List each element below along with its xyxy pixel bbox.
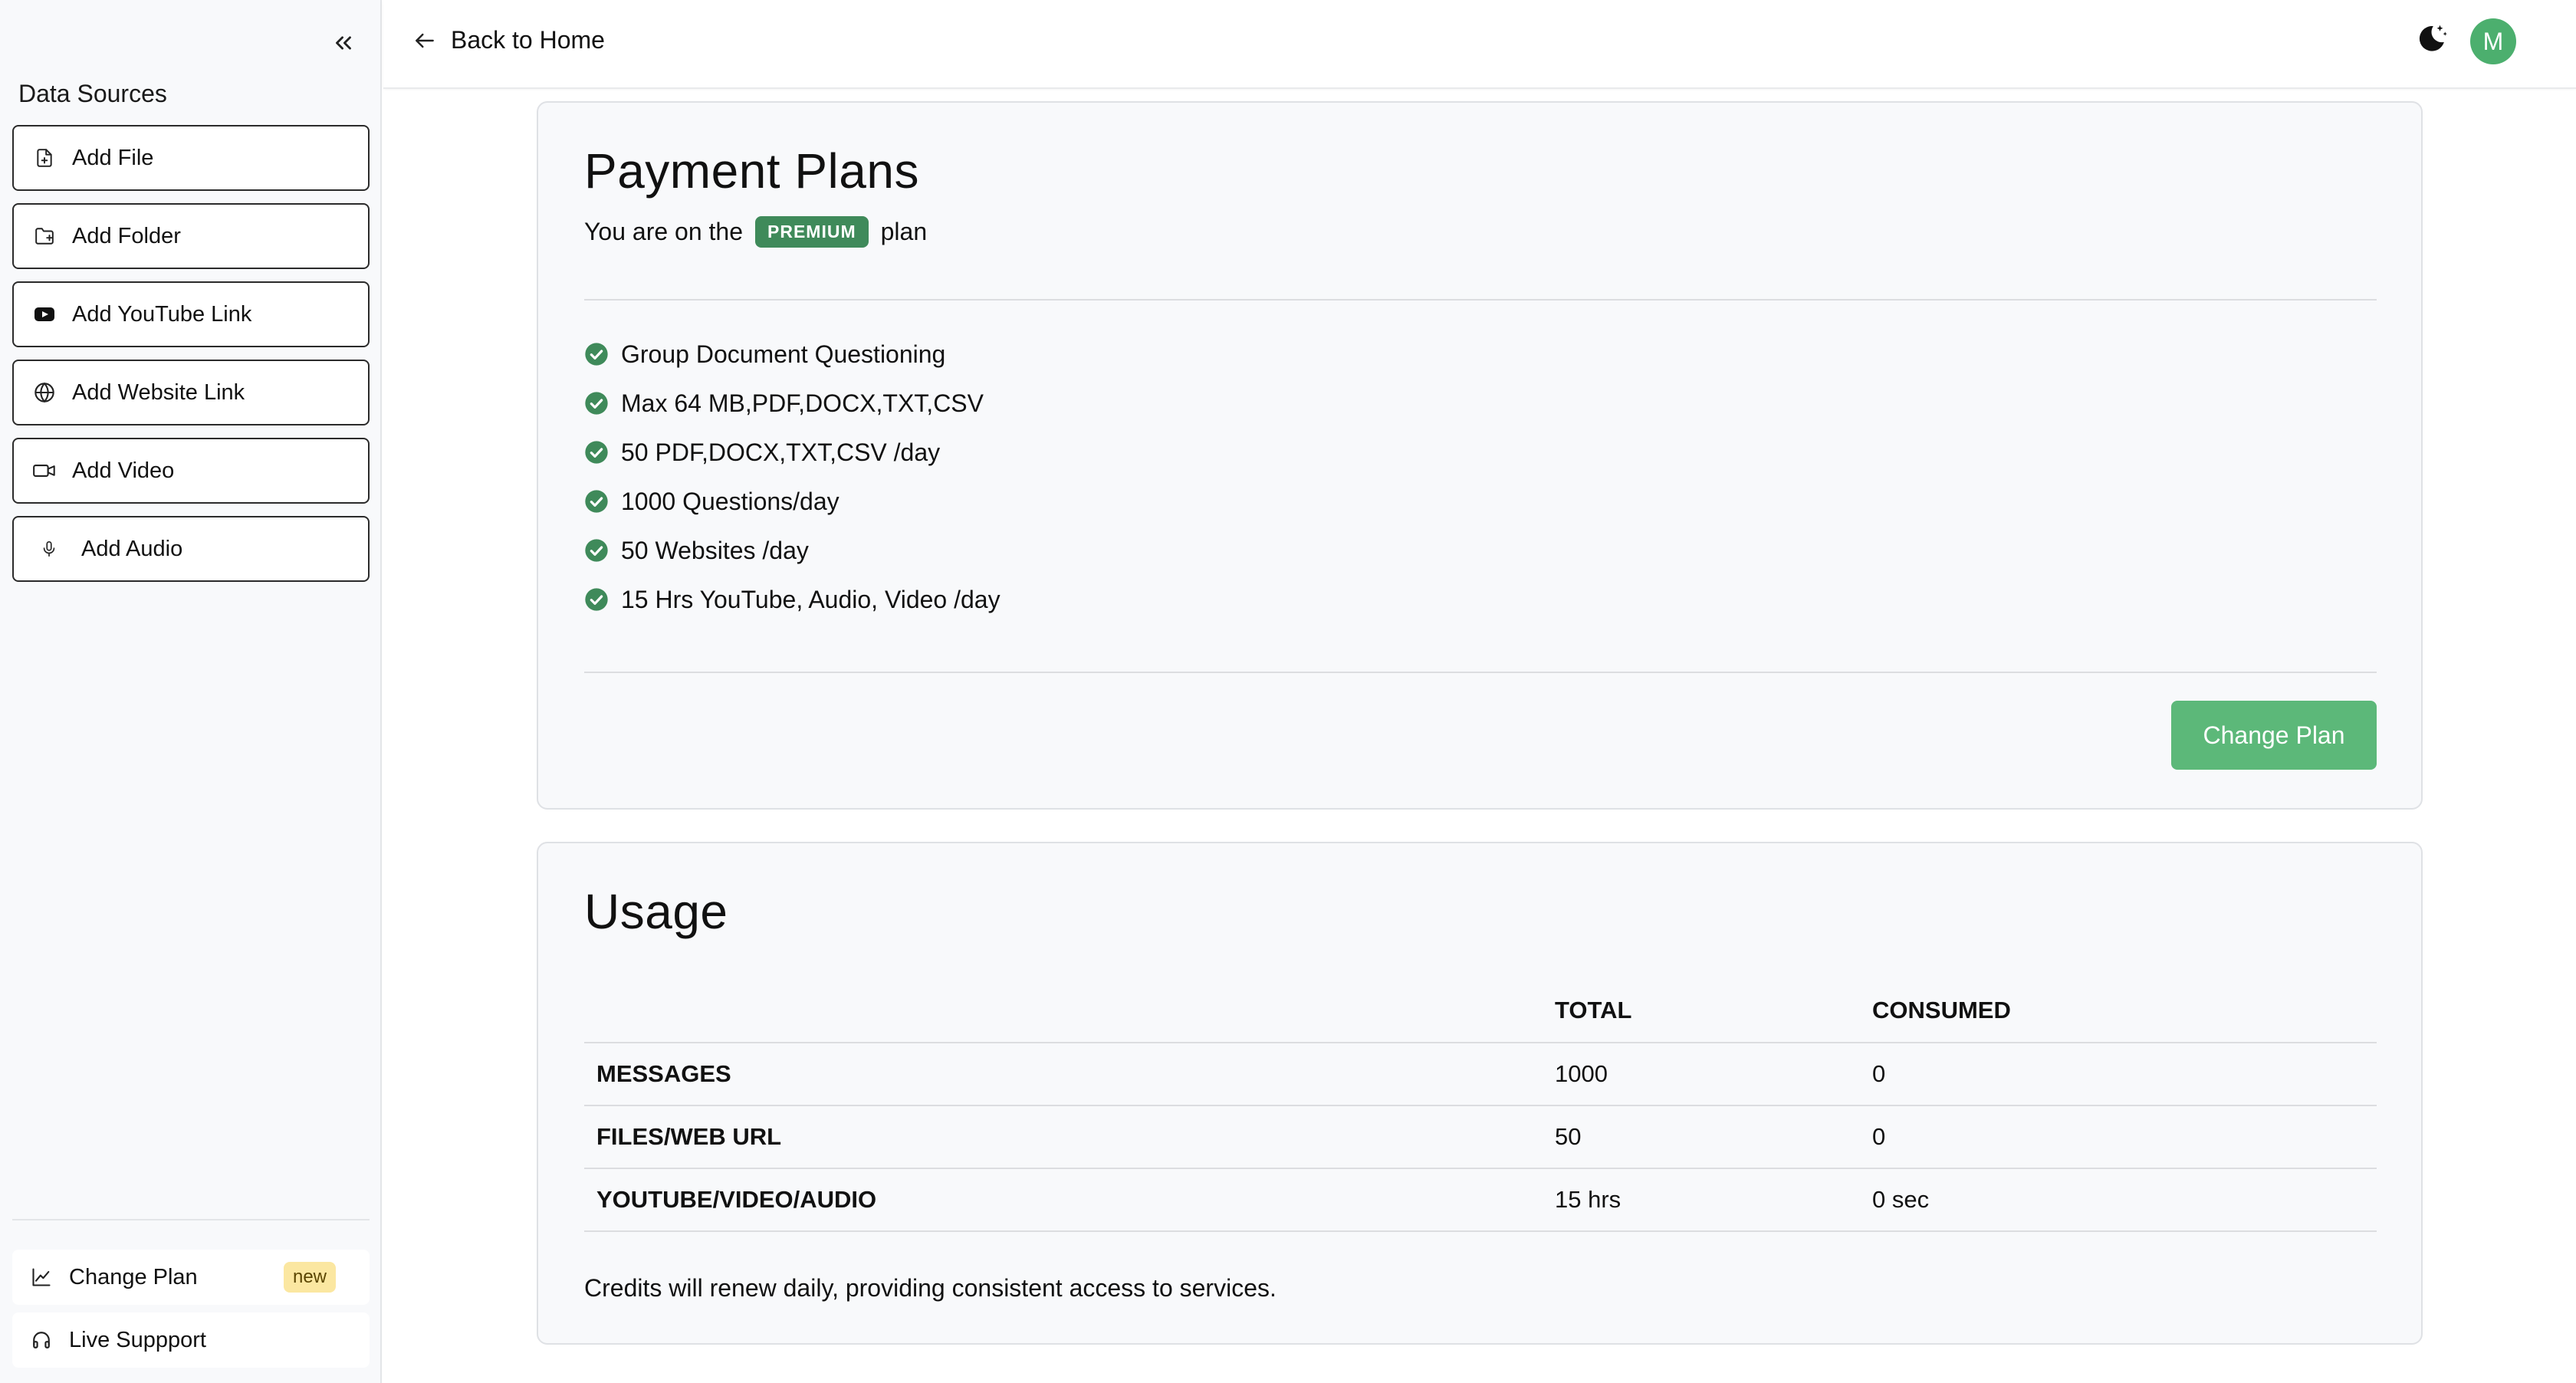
row-label: YOUTUBE/VIDEO/AUDIO [584, 1168, 1543, 1232]
payment-plans-card: Payment Plans You are on the PREMIUM pla… [537, 101, 2423, 810]
feature-list: Group Document Questioning Max 64 MB,PDF… [584, 330, 1001, 624]
theme-toggle-button[interactable] [2412, 21, 2450, 60]
feature-item: 1000 Questions/day [584, 477, 1001, 526]
row-consumed: 0 [1860, 1043, 2377, 1106]
video-icon [32, 458, 57, 483]
add-website-link-label: Add Website Link [72, 379, 245, 405]
add-video-label: Add Video [72, 458, 175, 483]
add-audio-label: Add Audio [81, 536, 183, 561]
file-plus-icon [32, 146, 57, 170]
data-source-list: Add File Add Folder Add YouTube Link Add… [12, 125, 370, 594]
sidebar-divider [12, 1219, 370, 1220]
feature-text: 1000 Questions/day [621, 487, 840, 515]
sidebar-change-plan-link[interactable]: Change Plan new [12, 1250, 370, 1305]
feature-text: 50 Websites /day [621, 536, 809, 564]
feature-text: Max 64 MB,PDF,DOCX,TXT,CSV [621, 389, 984, 417]
current-plan-line: You are on the PREMIUM plan [584, 216, 927, 248]
chevrons-left-icon [330, 30, 356, 60]
table-header-row: TOTAL CONSUMED [584, 978, 2377, 1043]
check-circle-icon [585, 588, 608, 611]
feature-item: Group Document Questioning [584, 330, 1001, 379]
headphones-icon [29, 1328, 54, 1352]
check-circle-icon [585, 539, 608, 562]
plans-divider-bottom [584, 672, 2377, 673]
add-youtube-link-label: Add YouTube Link [72, 301, 252, 327]
usage-table: TOTAL CONSUMED MESSAGES 1000 0 FILES/WEB… [584, 978, 2377, 1232]
folder-plus-icon [32, 224, 57, 248]
moon-stars-icon [2413, 21, 2449, 61]
table-row: MESSAGES 1000 0 [584, 1043, 2377, 1106]
live-support-label: Live Suppport [69, 1327, 206, 1352]
row-label: FILES/WEB URL [584, 1105, 1543, 1169]
microphone-icon [37, 537, 61, 561]
add-website-link-button[interactable]: Add Website Link [12, 360, 370, 425]
row-total: 15 hrs [1543, 1168, 1860, 1232]
sidebar: Data Sources Add File Add Folder Add You… [0, 0, 382, 1383]
check-circle-icon [585, 441, 608, 464]
feature-text: 15 Hrs YouTube, Audio, Video /day [621, 585, 1001, 613]
check-circle-icon [585, 392, 608, 415]
new-badge: new [283, 1262, 336, 1293]
plans-divider-top [584, 299, 2377, 301]
check-circle-icon [585, 343, 608, 366]
usage-title: Usage [584, 884, 728, 939]
column-header-name [584, 978, 1543, 1043]
back-to-home-label: Back to Home [451, 26, 605, 54]
add-youtube-link-button[interactable]: Add YouTube Link [12, 281, 370, 347]
sidebar-title: Data Sources [18, 80, 167, 107]
row-total: 1000 [1543, 1043, 1860, 1106]
youtube-icon [32, 302, 57, 327]
top-header: Back to Home M [383, 0, 2576, 89]
column-header-consumed: CONSUMED [1860, 978, 2377, 1043]
current-plan-suffix: plan [880, 218, 928, 245]
live-support-link[interactable]: Live Suppport [12, 1312, 370, 1368]
user-avatar[interactable]: M [2470, 18, 2516, 64]
arrow-left-icon [412, 28, 439, 54]
usage-card: Usage TOTAL CONSUMED MESSAGES 1000 0 FIL… [537, 842, 2423, 1345]
sidebar-change-plan-label: Change Plan [69, 1264, 198, 1289]
collapse-sidebar-button[interactable] [328, 29, 359, 60]
globe-icon [32, 380, 57, 405]
payment-plans-title: Payment Plans [584, 143, 919, 199]
plan-badge: PREMIUM [755, 216, 869, 248]
table-row: FILES/WEB URL 50 0 [584, 1105, 2377, 1169]
feature-text: Group Document Questioning [621, 340, 946, 368]
feature-item: 15 Hrs YouTube, Audio, Video /day [584, 575, 1001, 624]
row-consumed: 0 [1860, 1105, 2377, 1169]
table-row: YOUTUBE/VIDEO/AUDIO 15 hrs 0 sec [584, 1168, 2377, 1232]
feature-item: 50 Websites /day [584, 526, 1001, 575]
chart-line-icon [29, 1265, 54, 1289]
change-plan-button[interactable]: Change Plan [2171, 701, 2377, 770]
add-file-label: Add File [72, 145, 154, 170]
column-header-total: TOTAL [1543, 978, 1860, 1043]
feature-item: 50 PDF,DOCX,TXT,CSV /day [584, 428, 1001, 477]
add-folder-button[interactable]: Add Folder [12, 203, 370, 269]
add-file-button[interactable]: Add File [12, 125, 370, 191]
current-plan-prefix: You are on the [584, 218, 743, 245]
check-circle-icon [585, 490, 608, 513]
row-label: MESSAGES [584, 1043, 1543, 1106]
add-folder-label: Add Folder [72, 223, 181, 248]
add-audio-button[interactable]: Add Audio [12, 516, 370, 582]
credits-footnote: Credits will renew daily, providing cons… [584, 1274, 1276, 1302]
row-consumed: 0 sec [1860, 1168, 2377, 1232]
main-content: Payment Plans You are on the PREMIUM pla… [383, 90, 2576, 1383]
row-total: 50 [1543, 1105, 1860, 1169]
feature-text: 50 PDF,DOCX,TXT,CSV /day [621, 438, 941, 466]
add-video-button[interactable]: Add Video [12, 438, 370, 504]
back-to-home-link[interactable]: Back to Home [412, 26, 605, 54]
feature-item: Max 64 MB,PDF,DOCX,TXT,CSV [584, 379, 1001, 428]
